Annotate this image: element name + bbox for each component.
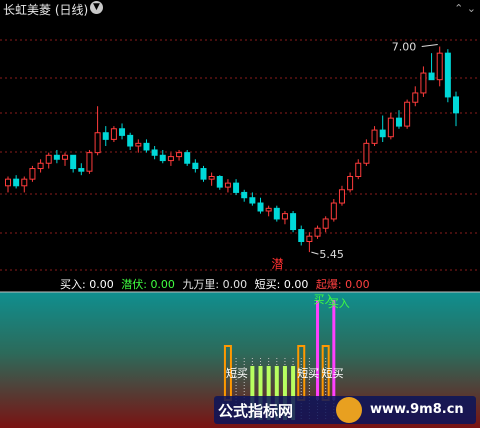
ind-buy: 买入: 0.00 [60,278,114,291]
low-price-arrow [311,251,319,255]
candle-body [176,152,183,158]
stock-chart: 7.005.45潜买入买入短买 短买 短买 [0,39,480,428]
candle-body [338,189,345,204]
candle-body [127,134,134,147]
candle-body [135,142,142,147]
candle-body [45,154,52,164]
candle-body [387,117,394,138]
logo-icon [336,397,362,423]
candle-body [355,162,362,178]
candle-body [70,154,77,170]
candle-body [453,96,459,114]
candle-body [200,168,207,180]
candle-body [208,176,215,180]
candle-body [159,154,166,162]
candle-body [298,229,305,242]
candle-body [233,182,240,193]
short-buy-label-3: 短买 [322,366,344,380]
candle-body [314,227,321,237]
ind-explode: 起爆: 0.00 [315,278,370,291]
candle-body [224,182,231,188]
candle-body [78,168,85,172]
candle-body [151,149,158,156]
candle-body [330,202,337,220]
candle-body [192,162,199,170]
candle-body [412,92,419,103]
candle-body [290,213,297,231]
ind-lurk: 潜伏: 0.00 [121,278,175,291]
candle-body [13,178,20,187]
candle-body [249,197,256,204]
watermark-url: www.9m8.cn [370,402,464,417]
candle-body [379,129,386,138]
window-controls[interactable]: ⌃ ⌄ [454,2,476,15]
watermark-text: 公式指标网 [218,402,294,420]
candle-body [21,178,28,187]
explode-bar [332,300,336,400]
candle-body [395,117,402,127]
short-buy-label-2: 短买 [297,366,319,380]
indicator-bar: 买入: 0.00 潜伏: 0.00 九万里: 0.00 短买: 0.00 起爆:… [60,276,374,292]
candle-body [241,191,248,199]
chart-title: 长虹美菱 (日线) [3,3,89,17]
high-price-label: 7.00 [392,41,417,54]
candle-body [428,72,435,81]
candle-body [143,142,150,151]
candle-body [110,128,117,140]
candle-body [53,154,60,160]
candle-body [322,218,329,229]
candle-body [404,101,411,127]
candle-body [86,152,93,172]
candle-body [265,207,272,212]
candle-body [102,132,109,140]
candle-body [94,132,101,154]
candle-body [371,129,378,144]
candle-body [29,168,36,180]
candle-body [184,152,191,164]
ind-jiuwanli: 九万里: 0.00 [182,278,248,291]
candle-body [420,72,427,94]
candle-body [306,235,313,242]
candle-body [281,213,288,220]
short-buy-label: 短买 [226,366,248,380]
candle-body [257,202,264,212]
lurk-marker: 潜 [271,257,283,271]
candle-body [363,142,370,164]
buy-signal-label-2: 买入 [328,297,350,310]
low-price-label: 5.45 [319,248,344,261]
candle-body [119,128,126,136]
chevron-down-icon[interactable]: ▼ [90,1,103,14]
candle-body [37,162,44,170]
candle-body [167,156,174,162]
candle-body [347,176,354,191]
candle-body [273,207,280,220]
candle-body [216,176,223,188]
candle-body [436,52,443,81]
candle-body [444,52,451,98]
candle-body [5,178,11,187]
indicator-panel-left [0,292,60,428]
explode-bar [316,300,320,400]
ind-short-buy: 短买: 0.00 [254,278,309,291]
chevron-down-icon[interactable]: ⌄ [467,2,476,15]
chevron-up-icon[interactable]: ⌃ [454,2,463,15]
candle-body [62,154,69,160]
high-price-arrow [421,44,438,48]
